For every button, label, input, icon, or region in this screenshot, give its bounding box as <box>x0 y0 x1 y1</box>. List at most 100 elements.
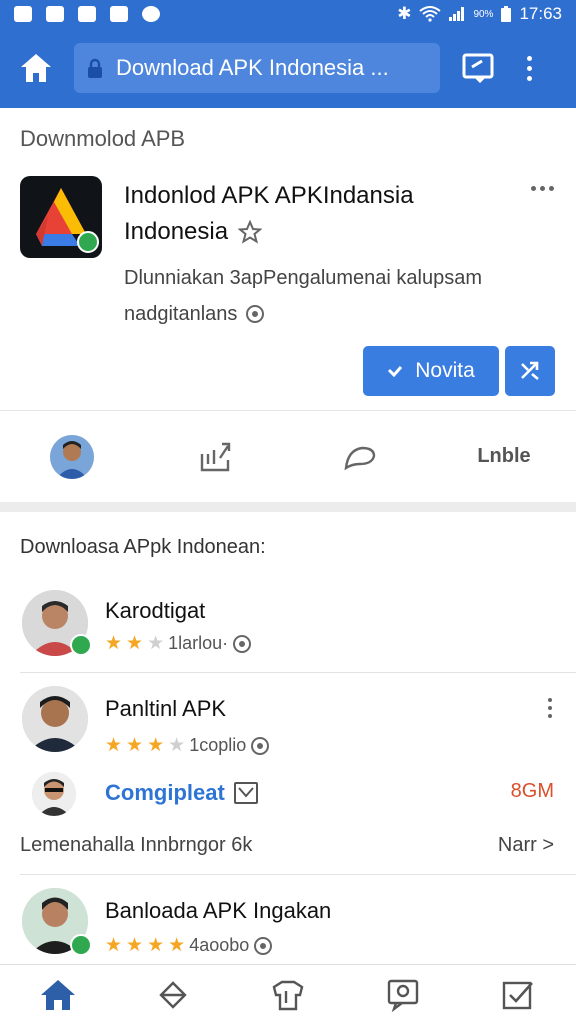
item-name: Banloada APK Ingakan <box>105 898 332 923</box>
action-label: Lnble <box>477 445 531 467</box>
battery-percent: 90% <box>473 8 494 20</box>
list-item[interactable]: Karodtigat ★ ★ ★ 1larlou· <box>0 588 576 672</box>
share-action[interactable] <box>144 440 288 474</box>
download-row[interactable]: Comgipleat 8GM <box>0 768 576 818</box>
more-vert-icon[interactable] <box>548 698 552 718</box>
download-link[interactable]: Comgipleat <box>105 780 225 806</box>
app-title-line2: Indonesia <box>124 218 229 245</box>
more-horiz-icon[interactable] <box>531 186 554 191</box>
more-vert-icon[interactable] <box>514 46 544 90</box>
more-row[interactable]: Lemenahalla Innbrngor 6k Narr > <box>0 826 576 866</box>
primary-action-label: Novita <box>415 359 475 382</box>
mail-icon <box>110 6 128 22</box>
nav-store[interactable] <box>230 965 345 1024</box>
chat-icon <box>388 979 419 1012</box>
item-meta: ★ ★ ★ ★ 4aoobo <box>105 934 273 957</box>
file-size: 8GM <box>510 780 554 802</box>
star-outline-icon[interactable] <box>238 220 263 244</box>
star-icon: ★ <box>147 935 165 956</box>
description-line2: nadgitanlans <box>124 303 238 325</box>
description-line1: Dlunniakan 3apPengalumenai kalupsam <box>124 267 483 289</box>
checkbox-icon[interactable] <box>234 782 258 804</box>
list-item[interactable]: Banloada APK Ingakan ★ ★ ★ ★ 4aoobo <box>0 886 576 964</box>
app-notification-icon <box>142 6 160 22</box>
mail-icon <box>78 6 96 22</box>
home-button[interactable] <box>14 46 58 90</box>
list-item[interactable]: Panltinl APK ★ ★ ★ ★ 1coplio <box>0 684 576 768</box>
home-icon <box>21 54 51 82</box>
wifi-icon <box>419 6 442 22</box>
status-bar: ✱ 90% 17:63 <box>0 0 576 28</box>
clock: 17:63 <box>519 4 562 23</box>
nav-chat[interactable] <box>346 965 461 1024</box>
share-button[interactable] <box>505 346 555 396</box>
item-meta: ★ ★ ★ ★ 1coplio <box>105 734 270 757</box>
star-icon: ★ <box>126 735 144 756</box>
tab-icon <box>462 53 494 83</box>
check-icon <box>388 366 403 377</box>
label-action[interactable]: Lnble <box>432 445 576 468</box>
app-card: Downmolod APB Indonlod APK APKIndansia I… <box>0 108 576 408</box>
item-meta-text: 1coplio <box>189 735 247 755</box>
share-box-icon <box>200 442 231 471</box>
divider <box>20 874 576 875</box>
home-icon <box>40 979 75 1010</box>
profile-action[interactable] <box>0 434 144 479</box>
verified-badge-icon <box>70 634 92 656</box>
signal-icon <box>449 7 465 21</box>
bluetooth-icon: ✱ <box>397 4 412 23</box>
list-title: Downloasa APpk Indonean: <box>20 536 266 558</box>
info-icon <box>233 634 252 653</box>
item-meta-text: 1larlou· <box>168 633 229 653</box>
app-description: Dlunniakan 3apPengalumenai kalupsam nadg… <box>124 260 544 332</box>
comment-action[interactable] <box>288 442 432 472</box>
nav-discover[interactable] <box>115 965 230 1024</box>
lock-icon <box>88 58 102 78</box>
section-divider <box>0 502 576 512</box>
star-icon: ★ <box>105 935 123 956</box>
star-icon: ★ <box>168 935 186 956</box>
app-title-line1: Indonlod APK APKIndansia <box>124 182 414 209</box>
star-icon: ★ <box>105 633 123 654</box>
url-text: Download APK Indonesia ... <box>116 55 389 80</box>
info-icon <box>246 305 265 323</box>
shirt-icon <box>272 980 304 1010</box>
battery-icon <box>501 6 512 22</box>
diamond-icon <box>159 980 187 1009</box>
app-title: Indonlod APK APKIndansia Indonesia <box>124 178 524 250</box>
more-text: Lemenahalla Innbrngor 6k <box>20 834 253 856</box>
bottom-nav <box>0 964 576 1024</box>
url-bar[interactable]: Download APK Indonesia ... <box>74 43 440 93</box>
info-icon <box>254 936 273 955</box>
notification-icon <box>14 6 32 22</box>
nav-tasks[interactable] <box>461 965 576 1024</box>
star-icon: ★ <box>105 735 123 756</box>
check-box-icon <box>503 981 534 1009</box>
section-title: Downmolod APB <box>20 126 186 151</box>
verified-badge-icon <box>70 934 92 956</box>
star-icon: ★ <box>126 935 144 956</box>
star-empty-icon: ★ <box>147 633 165 654</box>
star-icon: ★ <box>126 633 144 654</box>
app-logo-icon[interactable] <box>20 176 102 258</box>
nav-home[interactable] <box>0 965 115 1024</box>
item-meta-text: 4aoobo <box>189 935 250 955</box>
star-half-icon: ★ <box>168 735 186 756</box>
browser-toolbar: Download APK Indonesia ... <box>0 28 576 108</box>
item-name: Karodtigat <box>105 598 206 623</box>
tabs-button[interactable] <box>456 46 500 90</box>
divider <box>20 672 576 673</box>
primary-action-button[interactable]: Novita <box>363 346 499 396</box>
next-link[interactable]: Narr > <box>498 834 554 857</box>
item-name: Panltinl APK <box>105 696 227 721</box>
share-icon <box>521 361 539 380</box>
avatar <box>32 772 76 816</box>
item-meta: ★ ★ ★ 1larlou· <box>105 632 252 655</box>
action-row: Lnble <box>0 410 576 502</box>
comment-icon <box>344 446 376 470</box>
notification-icon <box>46 6 64 22</box>
info-icon <box>251 736 270 755</box>
star-icon: ★ <box>147 735 165 756</box>
avatar <box>22 686 88 752</box>
avatar <box>50 434 94 479</box>
